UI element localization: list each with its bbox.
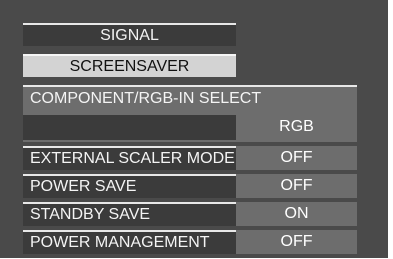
power-management-item[interactable]: POWER MANAGEMENT OFF — [23, 230, 357, 254]
component-rgb-in-select-inner — [23, 115, 236, 140]
power-management-label: POWER MANAGEMENT — [23, 230, 236, 254]
power-save-value: OFF — [280, 177, 313, 194]
power-save-item[interactable]: POWER SAVE OFF — [23, 174, 357, 198]
power-save-label: POWER SAVE — [23, 174, 236, 198]
standby-save-value: ON — [284, 205, 309, 222]
setup-menu-panel: SIGNAL SCREENSAVER COMPONENT/RGB-IN SELE… — [0, 0, 388, 258]
signal-button[interactable]: SIGNAL — [23, 23, 236, 46]
external-scaler-mode-label: EXTERNAL SCALER MODE — [23, 146, 236, 170]
power-management-value: OFF — [280, 233, 313, 250]
standby-save-label: STANDBY SAVE — [23, 202, 236, 226]
standby-save-item[interactable]: STANDBY SAVE ON — [23, 202, 357, 226]
component-rgb-in-select-value: RGB — [279, 118, 314, 135]
component-rgb-in-select-label: COMPONENT/RGB-IN SELECT — [30, 90, 262, 107]
component-rgb-in-select-item[interactable]: COMPONENT/RGB-IN SELECT RGB — [23, 85, 357, 142]
external-scaler-mode-value: OFF — [280, 149, 313, 166]
external-scaler-mode-item[interactable]: EXTERNAL SCALER MODE OFF — [23, 146, 357, 170]
screensaver-button[interactable]: SCREENSAVER — [23, 54, 236, 77]
